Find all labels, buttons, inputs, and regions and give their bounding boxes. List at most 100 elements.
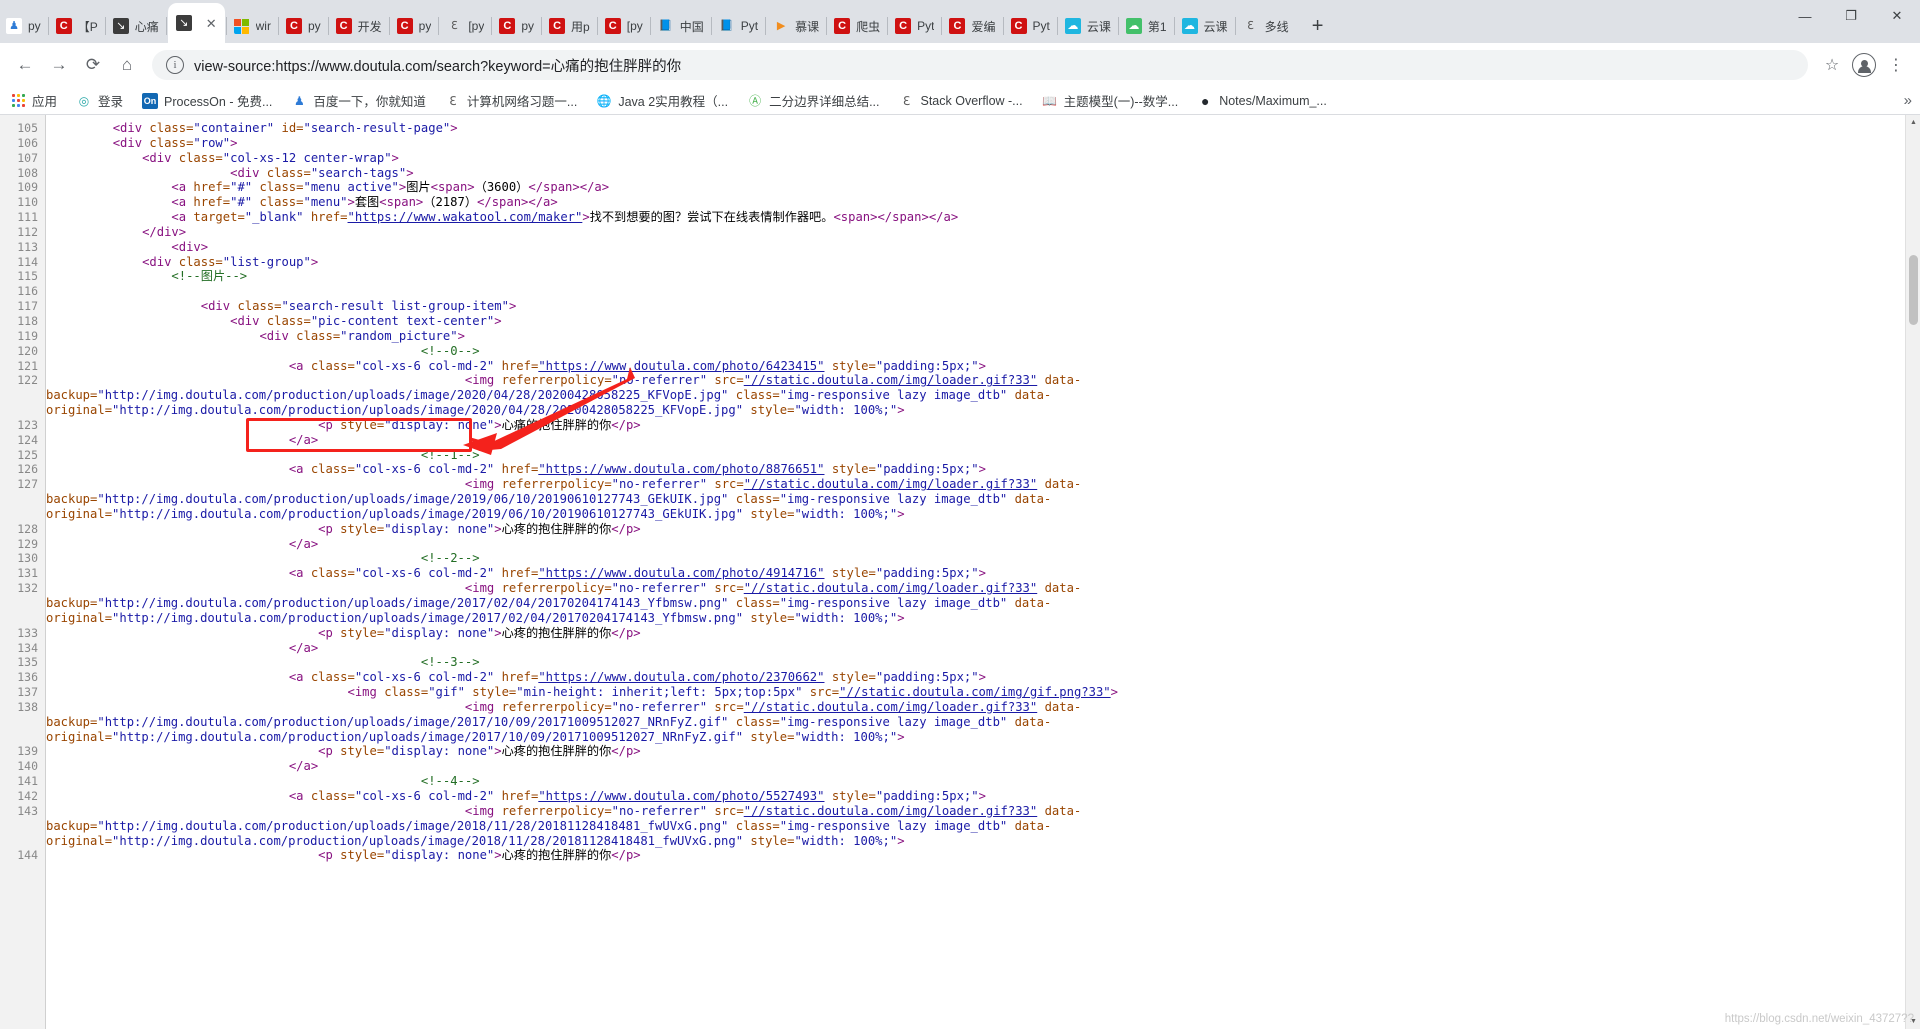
code-token-at: original= xyxy=(46,610,113,625)
line-number: 127 xyxy=(17,477,38,492)
address-bar[interactable]: i view-source:https://www.doutula.com/se… xyxy=(152,50,1808,80)
code-token-at: backup= xyxy=(46,388,98,403)
back-icon[interactable]: ← xyxy=(8,48,42,82)
bookmark-item[interactable]: ℇ Stack Overflow -... xyxy=(899,93,1023,109)
code-token-vl: "display: none" xyxy=(384,625,495,640)
reload-icon[interactable]: ⟳ xyxy=(76,48,110,82)
bookmark-item[interactable]: Ⓐ 二分边界详细总结... xyxy=(747,91,879,110)
cloud-green-icon: ☁ xyxy=(1125,18,1142,34)
line-number: 139 xyxy=(17,744,38,759)
code-token-at: class= xyxy=(728,714,780,729)
code-token-lk[interactable]: "https://www.doutula.com/photo/2370662" xyxy=(538,670,824,684)
browser-tab[interactable]: Cpy xyxy=(391,9,438,43)
line-number: 107 xyxy=(17,150,38,165)
code-token-lk[interactable]: "//static.doutula.com/img/loader.gif?33" xyxy=(744,581,1038,595)
code-token-tg: > xyxy=(494,521,502,536)
bookmark-item[interactable]: ● Notes/Maximum_... xyxy=(1197,93,1327,109)
browser-tab[interactable]: C 爬虫 xyxy=(828,9,886,43)
source-line: <!--4--> xyxy=(54,774,1920,789)
code-token-lk[interactable]: "//static.doutula.com/img/gif.png?33" xyxy=(839,685,1111,699)
source-line: </a> xyxy=(54,759,1920,774)
code-token-tg: <img xyxy=(464,477,502,492)
code-token-cm: <!--图片--> xyxy=(171,269,248,284)
code-token-tg: <a xyxy=(171,210,194,225)
browser-tab[interactable]: C 用p xyxy=(543,9,596,43)
browser-tab[interactable]: ▶ 慕课 xyxy=(767,9,825,43)
line-number-wrap xyxy=(0,730,45,745)
profile-avatar[interactable] xyxy=(1848,49,1880,81)
browser-tab[interactable]: wir xyxy=(228,9,277,43)
bookmark-item[interactable]: 🌐 Java 2实用教程（... xyxy=(596,91,728,110)
browser-tab[interactable]: ☁ 云课 xyxy=(1059,9,1117,43)
browser-tab[interactable]: Cpy xyxy=(493,9,540,43)
code-token-at: href= xyxy=(494,670,539,685)
bookmark-item[interactable]: ℇ 计算机网络习题一... xyxy=(445,91,577,110)
avatar-icon xyxy=(1852,53,1876,77)
window-minimize-button[interactable]: — xyxy=(1782,0,1828,32)
code-token-lk[interactable]: "https://www.wakatool.com/maker" xyxy=(348,210,583,224)
vertical-scrollbar[interactable]: ▲ ▼ xyxy=(1905,115,1920,1029)
code-token-at: style= xyxy=(340,848,385,863)
browser-menu-icon[interactable]: ⋮ xyxy=(1880,49,1912,81)
browser-tab[interactable]: Cpy xyxy=(280,9,327,43)
browser-tab-active[interactable]: ↘ ✕ xyxy=(167,3,225,43)
bookmarks-overflow-icon[interactable]: » xyxy=(1904,92,1912,109)
window-maximize-button[interactable]: ❐ xyxy=(1828,0,1874,32)
code-token-tg: <a xyxy=(288,462,311,477)
code-token-at: original= xyxy=(46,833,113,848)
browser-tab[interactable]: ℇ [py xyxy=(440,9,490,43)
code-token-lk[interactable]: "https://www.doutula.com/photo/8876651" xyxy=(538,462,824,476)
bookmark-star-icon[interactable]: ☆ xyxy=(1816,49,1848,81)
browser-tab[interactable]: 📘 中国 xyxy=(652,9,710,43)
browser-tab[interactable]: ↘ 心痛 xyxy=(107,9,165,43)
line-number: 117 xyxy=(17,299,38,314)
site-info-icon[interactable]: i xyxy=(166,56,184,74)
source-line: backup="http://img.doutula.com/productio… xyxy=(46,388,1920,403)
code-token-lk[interactable]: "//static.doutula.com/img/loader.gif?33" xyxy=(744,373,1038,387)
browser-tab[interactable]: C 【P xyxy=(50,9,104,43)
browser-tab[interactable]: C 开发 xyxy=(330,9,388,43)
code-token-lk[interactable]: "//static.doutula.com/img/loader.gif?33" xyxy=(744,477,1038,491)
code-token-vl: "display: none" xyxy=(384,521,495,536)
code-token-lk[interactable]: "https://www.doutula.com/photo/6423415" xyxy=(538,359,824,373)
scrollbar-thumb[interactable] xyxy=(1909,255,1918,325)
new-tab-button[interactable]: + xyxy=(1301,9,1335,43)
code-token-at: src= xyxy=(707,373,744,388)
browser-tab[interactable]: C Pyt xyxy=(1005,9,1056,43)
browser-tab[interactable]: ℇ 多线 xyxy=(1237,9,1295,43)
browser-tab[interactable]: ☁ 第1 xyxy=(1120,9,1173,43)
tab-separator xyxy=(826,17,828,35)
bookmark-label: 二分边界详细总结... xyxy=(769,95,880,109)
code-token-lk[interactable]: "https://www.doutula.com/photo/4914716" xyxy=(538,566,824,580)
browser-tab[interactable]: C [py xyxy=(599,9,649,43)
code-token-at: src= xyxy=(707,581,744,596)
browser-tab[interactable]: ♟ py xyxy=(0,9,47,43)
tab-close-icon[interactable]: ✕ xyxy=(206,17,217,30)
browser-tab[interactable]: C Pyt xyxy=(889,9,940,43)
tab-label: 心痛 xyxy=(134,19,159,34)
code-token-vl: "padding:5px;" xyxy=(875,358,979,373)
window-close-button[interactable]: ✕ xyxy=(1874,0,1920,32)
scroll-up-arrow-icon[interactable]: ▲ xyxy=(1906,115,1920,130)
browser-tab[interactable]: 📘 Pyt xyxy=(713,9,764,43)
tab-label: 开发 xyxy=(357,19,382,34)
bookmark-item[interactable]: 📖 主题模型(一)--数学... xyxy=(1042,91,1178,110)
code-token-lk[interactable]: "https://www.doutula.com/photo/5527493" xyxy=(538,789,824,803)
browser-tab[interactable]: C 爱编 xyxy=(943,9,1001,43)
home-icon[interactable]: ⌂ xyxy=(110,48,144,82)
bookmark-item[interactable]: ♟ 百度一下，你就知道 xyxy=(291,91,426,110)
bookmark-label: Notes/Maximum_... xyxy=(1219,93,1327,108)
bookmark-item[interactable]: ◎ 登录 xyxy=(76,91,123,110)
code-token-at: class= xyxy=(178,254,223,269)
source-code-text[interactable]: <div class="container" id="search-result… xyxy=(46,115,1920,1029)
line-number: 138 xyxy=(17,699,38,714)
stackoverflow-icon: ℇ xyxy=(449,93,457,108)
tab-separator xyxy=(277,17,279,35)
forward-icon[interactable]: → xyxy=(42,48,76,82)
bookmark-item[interactable]: 应用 xyxy=(10,91,57,110)
bookmark-item[interactable]: On ProcessOn - 免费... xyxy=(142,91,272,110)
code-token-tg: > xyxy=(457,328,465,343)
code-token-lk[interactable]: "//static.doutula.com/img/loader.gif?33" xyxy=(744,804,1038,818)
browser-tab[interactable]: ☁ 云课 xyxy=(1176,9,1234,43)
code-token-lk[interactable]: "//static.doutula.com/img/loader.gif?33" xyxy=(744,700,1038,714)
